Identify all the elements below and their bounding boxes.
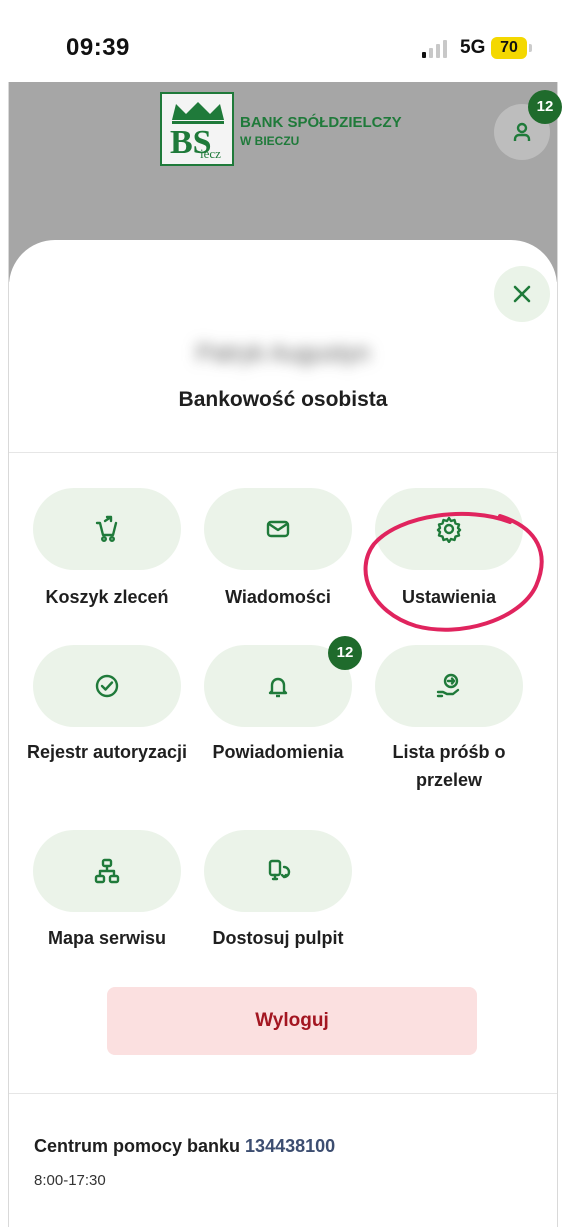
battery-tip — [529, 44, 532, 52]
bank-name-line2: W BIECZU — [240, 134, 300, 148]
bank-name-line1: BANK SPÓŁDZIELCZY — [240, 114, 402, 131]
envelope-icon — [266, 520, 290, 538]
logo-sub: iecz — [200, 146, 221, 161]
cart-icon — [95, 515, 118, 543]
status-time: 09:39 — [66, 34, 130, 61]
tile-koszyk-zlecen[interactable] — [33, 488, 181, 570]
tile-wiadomosci[interactable] — [204, 488, 352, 570]
help-center: Centrum pomocy banku 134438100 — [34, 1136, 335, 1157]
customize-icon — [268, 859, 291, 881]
check-circle-icon — [95, 674, 119, 698]
user-icon — [513, 122, 531, 141]
crown-icon — [172, 102, 224, 124]
help-label: Centrum pomocy banku — [34, 1136, 241, 1156]
tile-rejestr-autoryzacji[interactable] — [33, 645, 181, 727]
divider-bottom — [9, 1093, 557, 1094]
highlight-circle — [363, 511, 544, 632]
hand-coin-icon — [436, 673, 460, 698]
tile-dostosuj-pulpit[interactable] — [204, 830, 352, 912]
tile-label-wiadomosci: Wiadomości — [225, 587, 331, 607]
close-button[interactable] — [494, 266, 550, 322]
tile-mapa-serwisu[interactable] — [33, 830, 181, 912]
close-icon — [513, 285, 531, 303]
tile-lista-prosb[interactable] — [375, 645, 523, 727]
signal-icon — [422, 40, 450, 58]
bank-logo: BS iecz — [160, 92, 234, 166]
tile-label-powiadomienia: Powiadomienia — [212, 742, 344, 762]
powiadomienia-badge: 12 — [328, 636, 362, 670]
logout-button[interactable]: Wyloguj — [107, 987, 477, 1055]
tile-label-dostosuj: Dostosuj pulpit — [212, 928, 344, 948]
help-phone-link[interactable]: 134438100 — [245, 1136, 335, 1156]
network-label: 5G — [460, 37, 486, 58]
divider — [9, 452, 557, 453]
battery-icon: 70 — [491, 37, 527, 59]
frame-edge-right — [557, 0, 558, 1227]
tile-label-rejestr: Rejestr autoryzacji — [26, 742, 188, 762]
notification-badge: 12 — [528, 90, 562, 124]
sitemap-icon — [94, 858, 120, 884]
bell-icon — [268, 677, 288, 698]
status-bar: 09:39 5G 70 — [0, 0, 566, 82]
segment-title: Bankowość osobista — [178, 388, 388, 411]
tile-label-lista: Lista próśb o przelew — [392, 742, 506, 790]
bank-name: BANK SPÓŁDZIELCZY W BIECZU — [240, 114, 402, 150]
user-name: Patryk Augustyn — [196, 340, 370, 367]
help-hours: 8:00-17:30 — [34, 1172, 106, 1189]
tile-label-koszyk: Koszyk zleceń — [45, 587, 169, 607]
tile-label-mapa: Mapa serwisu — [47, 928, 167, 948]
